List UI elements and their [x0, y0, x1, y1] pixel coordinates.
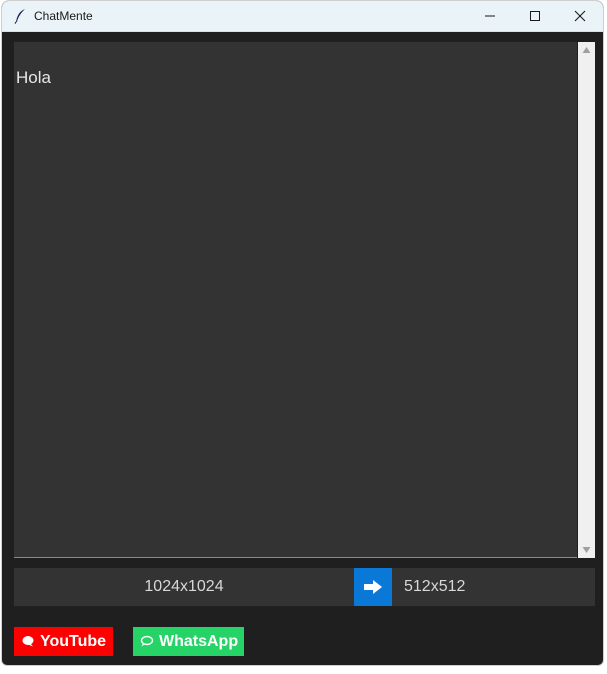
chat-scrollbar[interactable]	[578, 42, 595, 558]
resize-bar: 1024x1024 512x512	[14, 568, 595, 606]
window-title: ChatMente	[34, 9, 93, 23]
youtube-label: YouTube	[40, 633, 107, 650]
scroll-up-button[interactable]	[578, 42, 595, 58]
convert-button[interactable]	[354, 568, 392, 606]
minimize-icon	[485, 15, 495, 17]
whatsapp-label: WhatsApp	[159, 633, 239, 650]
triangle-down-icon	[582, 547, 591, 553]
maximize-icon	[530, 11, 540, 21]
close-icon	[574, 10, 586, 22]
close-button[interactable]	[557, 1, 603, 31]
source-size-field[interactable]: 1024x1024	[14, 568, 354, 606]
speech-bubble-icon	[21, 635, 35, 647]
whatsapp-button[interactable]: WhatsApp	[133, 627, 244, 656]
chat-bubble-icon	[140, 635, 154, 647]
chat-message: Hola	[16, 68, 51, 87]
arrow-right-icon	[364, 580, 382, 594]
youtube-button[interactable]: YouTube	[14, 627, 113, 656]
triangle-up-icon	[582, 47, 591, 53]
target-size-field[interactable]: 512x512	[404, 568, 465, 606]
title-bar[interactable]: ChatMente	[2, 1, 603, 32]
minimize-button[interactable]	[467, 1, 513, 31]
app-window: ChatMente Hola 1024x1024 512x512 YouTube…	[1, 0, 604, 666]
scroll-down-button[interactable]	[578, 542, 595, 558]
chat-text-area[interactable]: Hola	[14, 42, 577, 558]
maximize-button[interactable]	[512, 1, 558, 31]
feather-icon	[13, 8, 27, 24]
